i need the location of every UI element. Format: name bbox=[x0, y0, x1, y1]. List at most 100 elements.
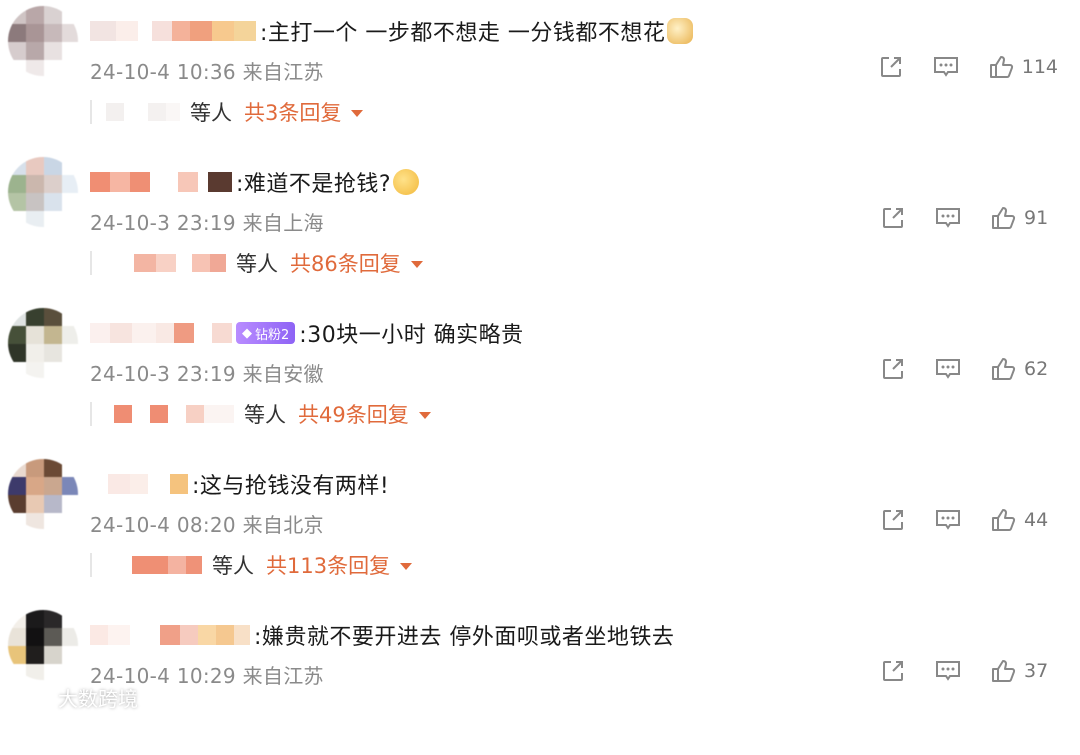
share-icon bbox=[883, 359, 903, 379]
comment-text: :这与抢钱没有两样! bbox=[192, 474, 390, 499]
comment-item: :嫌贵就不要开进去 停外面呗或者坐地铁去 24-10-4 10:29 来自江苏 … bbox=[0, 604, 1080, 755]
reply-divider bbox=[90, 553, 92, 577]
share-button[interactable] bbox=[880, 205, 906, 231]
share-button[interactable] bbox=[880, 356, 906, 382]
comment-header: ◆ 钻粉2 :30块一小时 确实略贵 bbox=[90, 316, 524, 350]
like-button[interactable]: 62 bbox=[990, 356, 1058, 382]
caret-down-icon[interactable] bbox=[410, 261, 423, 268]
reply-divider bbox=[90, 402, 92, 426]
comment-header: :难道不是抢钱? bbox=[90, 165, 420, 199]
caret-down-icon[interactable] bbox=[418, 412, 431, 419]
comment-text: :嫌贵就不要开进去 停外面呗或者坐地铁去 bbox=[254, 625, 675, 650]
reply-deng-label: 等人 bbox=[244, 403, 286, 427]
comment-icon bbox=[936, 510, 960, 530]
reply-count-link[interactable]: 共86条回复 bbox=[290, 248, 401, 278]
comment-item: ◆ 钻粉2 :30块一小时 确实略贵 24-10-3 23:19 来自安徽 62 … bbox=[0, 302, 1080, 453]
like-button[interactable]: 37 bbox=[990, 658, 1058, 684]
comment-item: :难道不是抢钱? 24-10-3 23:19 来自上海 91 等人 共86条回复 bbox=[0, 151, 1080, 302]
comment-icon bbox=[936, 208, 960, 228]
reply-count-link[interactable]: 共3条回复 bbox=[244, 97, 341, 127]
like-icon bbox=[992, 207, 1016, 229]
reply-summary[interactable]: 等人 共113条回复 bbox=[90, 547, 413, 583]
reply-users-blurred bbox=[106, 103, 180, 121]
share-button[interactable] bbox=[878, 54, 904, 80]
reply-count-link[interactable]: 共49条回复 bbox=[298, 399, 409, 429]
like-icon bbox=[992, 509, 1016, 531]
comment-icon bbox=[936, 661, 960, 681]
fan-badge[interactable]: ◆ 钻粉2 bbox=[236, 322, 296, 344]
watermark-text: 大数跨境 bbox=[58, 687, 138, 711]
avatar[interactable] bbox=[8, 459, 78, 529]
share-button[interactable] bbox=[880, 658, 906, 684]
reply-divider bbox=[90, 100, 92, 124]
avatar[interactable] bbox=[8, 6, 78, 76]
reply-deng-label: 等人 bbox=[190, 101, 232, 125]
comment-actions: 91 bbox=[852, 205, 1058, 231]
share-icon bbox=[880, 57, 901, 77]
thinking-emoji-icon bbox=[393, 169, 420, 195]
like-icon bbox=[992, 358, 1016, 380]
username-blurred[interactable] bbox=[90, 625, 250, 645]
like-icon bbox=[992, 660, 1016, 682]
comment-icon bbox=[933, 57, 958, 77]
comment-header: :主打一个 一步都不想走 一分钱都不想花 bbox=[90, 14, 694, 48]
comment-button[interactable] bbox=[934, 508, 962, 532]
reply-count-link[interactable]: 共113条回复 bbox=[266, 550, 390, 580]
reply-users-blurred bbox=[106, 556, 202, 574]
comment-button[interactable] bbox=[934, 659, 962, 683]
diamond-icon: ◆ bbox=[242, 325, 252, 341]
comment-button[interactable] bbox=[934, 206, 962, 230]
like-count: 91 bbox=[1024, 207, 1049, 229]
username-blurred[interactable] bbox=[90, 21, 256, 41]
like-count: 114 bbox=[1021, 56, 1058, 78]
share-button[interactable] bbox=[880, 507, 906, 533]
comment-icon bbox=[936, 359, 960, 379]
comment-actions: 114 bbox=[850, 54, 1058, 80]
reply-users-blurred bbox=[106, 405, 234, 423]
comment-button[interactable] bbox=[934, 357, 962, 381]
caret-down-icon[interactable] bbox=[351, 110, 364, 117]
like-icon bbox=[989, 56, 1013, 78]
avatar[interactable] bbox=[8, 610, 78, 680]
dog-emoji-icon bbox=[667, 18, 694, 44]
comment-header: :这与抢钱没有两样! bbox=[90, 467, 389, 501]
comment-meta: 24-10-4 08:20 来自北京 bbox=[90, 513, 324, 537]
reply-deng-label: 等人 bbox=[236, 252, 278, 276]
comment-meta: 24-10-4 10:36 来自江苏 bbox=[90, 60, 324, 84]
comment-actions: 62 bbox=[852, 356, 1058, 382]
like-count: 44 bbox=[1024, 509, 1049, 531]
reply-summary[interactable]: 等人 共3条回复 bbox=[90, 94, 364, 130]
like-button[interactable]: 44 bbox=[990, 507, 1058, 533]
comment-text: :主打一个 一步都不想走 一分钱都不想花 bbox=[260, 21, 666, 46]
username-blurred[interactable] bbox=[90, 474, 188, 494]
weibo-logo-icon bbox=[9, 688, 52, 710]
reply-users-blurred bbox=[106, 254, 226, 272]
like-button[interactable]: 91 bbox=[990, 205, 1058, 231]
reply-summary[interactable]: 等人 共86条回复 bbox=[90, 245, 423, 281]
share-icon bbox=[883, 510, 903, 530]
avatar[interactable] bbox=[8, 308, 78, 378]
fan-badge-label: 钻粉2 bbox=[255, 327, 290, 343]
share-icon bbox=[883, 208, 903, 228]
reply-deng-label: 等人 bbox=[212, 554, 254, 578]
share-icon bbox=[883, 661, 903, 681]
comment-actions: 37 bbox=[852, 658, 1058, 684]
like-button[interactable]: 114 bbox=[988, 54, 1058, 80]
reply-divider bbox=[90, 251, 92, 275]
like-count: 62 bbox=[1024, 358, 1049, 380]
comment-text: :难道不是抢钱? bbox=[236, 172, 392, 197]
username-blurred[interactable] bbox=[90, 323, 232, 343]
comment-text: :30块一小时 确实略贵 bbox=[299, 323, 524, 348]
watermark: 大数跨境 bbox=[8, 683, 138, 712]
comment-actions: 44 bbox=[852, 507, 1058, 533]
comment-button[interactable] bbox=[932, 55, 960, 79]
comment-meta: 24-10-3 23:19 来自上海 bbox=[90, 211, 324, 235]
avatar[interactable] bbox=[8, 157, 78, 227]
comment-meta: 24-10-3 23:19 来自安徽 bbox=[90, 362, 324, 386]
comment-item: :主打一个 一步都不想走 一分钱都不想花 24-10-4 10:36 来自江苏 … bbox=[0, 0, 1080, 151]
username-blurred[interactable] bbox=[90, 172, 232, 192]
comment-header: :嫌贵就不要开进去 停外面呗或者坐地铁去 bbox=[90, 618, 674, 652]
caret-down-icon[interactable] bbox=[400, 563, 413, 570]
reply-summary[interactable]: 等人 共49条回复 bbox=[90, 396, 431, 432]
comment-item: :这与抢钱没有两样! 24-10-4 08:20 来自北京 44 等人 共113… bbox=[0, 453, 1080, 604]
